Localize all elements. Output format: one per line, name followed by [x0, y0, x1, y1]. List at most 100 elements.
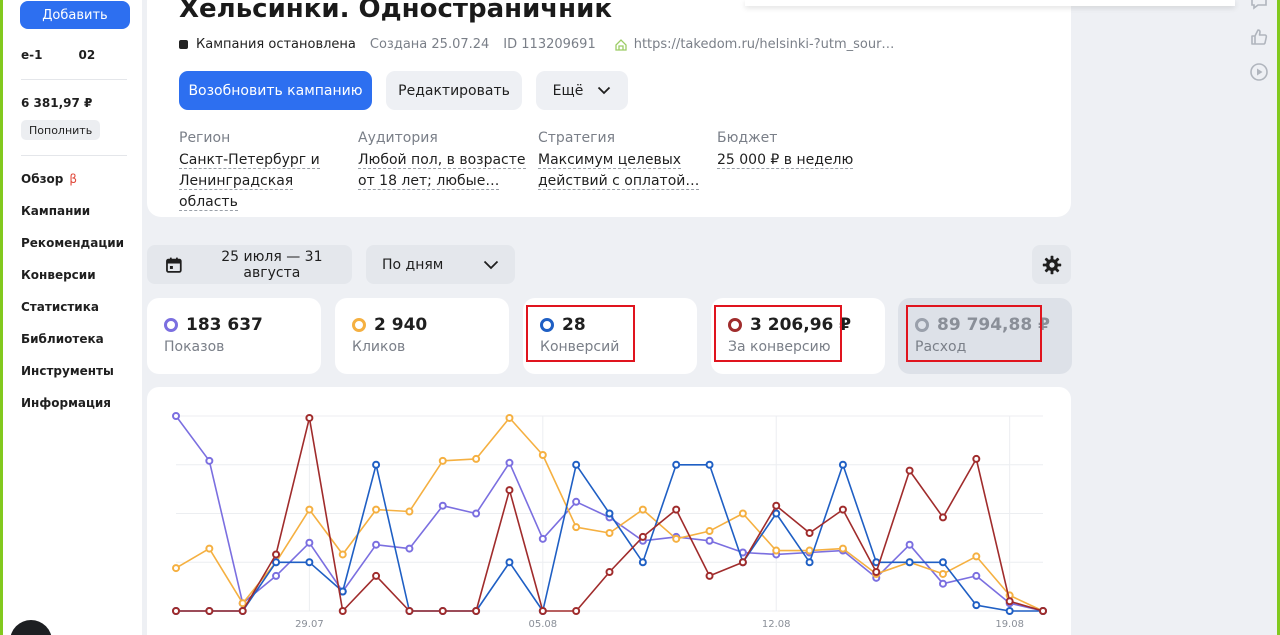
- data-point: [372, 505, 381, 514]
- more-label: Ещё: [552, 82, 584, 99]
- chart-settings-button[interactable]: [1032, 245, 1071, 284]
- data-point: [805, 529, 814, 537]
- sidebar: Добавить e-1 02 6 381,97 ₽ Пополнить Обз…: [3, 0, 142, 635]
- metric-value: 183 637: [186, 315, 263, 335]
- series-marker-icon: [352, 318, 366, 332]
- data-point: [638, 505, 647, 514]
- data-point: [372, 571, 381, 580]
- nav-conversions[interactable]: Конверсии: [21, 268, 96, 282]
- data-point: [505, 413, 514, 422]
- nav-library[interactable]: Библиотека: [21, 332, 104, 346]
- data-point: [305, 413, 314, 422]
- data-point: [738, 509, 747, 518]
- thumbs-up-icon[interactable]: [1249, 27, 1269, 47]
- grouping-select[interactable]: По дням: [366, 245, 515, 284]
- more-button[interactable]: Ещё: [536, 71, 628, 110]
- data-point: [505, 558, 514, 567]
- data-point: [305, 558, 314, 567]
- data-point: [572, 497, 581, 506]
- data-point: [272, 558, 281, 567]
- nav-campaigns[interactable]: Кампании: [21, 204, 90, 218]
- divider: [21, 155, 127, 156]
- nav-info[interactable]: Информация: [21, 396, 111, 410]
- series-marker-icon: [164, 318, 178, 332]
- data-point: [338, 587, 347, 596]
- series-line: [176, 464, 1043, 612]
- param-label: Регион: [179, 130, 231, 146]
- data-point: [972, 552, 981, 561]
- campaign-url[interactable]: https://takedom.ru/helsinki-?utm_sour…: [634, 37, 895, 52]
- play-icon[interactable]: [1249, 62, 1269, 82]
- nav-tools[interactable]: Инструменты: [21, 364, 114, 378]
- data-point: [472, 509, 481, 518]
- top-overlay-panel: [745, 0, 1235, 6]
- data-point: [205, 544, 214, 553]
- x-tick-label: 19.08: [995, 619, 1024, 630]
- data-point: [705, 536, 714, 545]
- comment-icon[interactable]: [1249, 0, 1269, 12]
- data-point: [672, 460, 681, 469]
- data-point: [605, 529, 614, 537]
- metric-label: Кликов: [352, 339, 406, 355]
- add-button[interactable]: Добавить: [20, 1, 130, 29]
- data-point: [238, 607, 247, 615]
- data-point: [772, 509, 781, 518]
- param-label: Бюджет: [717, 130, 778, 146]
- data-point: [905, 540, 914, 549]
- data-point: [1039, 607, 1047, 615]
- edit-button[interactable]: Редактировать: [386, 71, 522, 110]
- calendar-icon: [166, 257, 182, 273]
- nav-overview[interactable]: Обзор β: [21, 172, 77, 186]
- highlight-box: [714, 305, 842, 362]
- param-value: Максимум целевых действий с оплатой…: [538, 152, 700, 190]
- date-range-picker[interactable]: 25 июля — 31 августа: [147, 245, 352, 284]
- param-budget[interactable]: Бюджет 25 000 ₽ в неделю: [717, 130, 887, 171]
- param-strategy[interactable]: Стратегия Максимум целевых действий с опл…: [538, 130, 708, 192]
- data-point: [938, 558, 947, 567]
- x-tick-label: 05.08: [528, 619, 557, 630]
- data-point: [305, 505, 314, 514]
- data-point: [938, 569, 947, 578]
- metric-clicks[interactable]: 2 940 Кликов: [335, 298, 509, 374]
- account-selector[interactable]: e-1 02: [21, 48, 95, 62]
- data-point: [1005, 607, 1014, 615]
- metric-value-row: 183 637: [164, 315, 263, 335]
- data-point: [972, 454, 981, 463]
- created-date: Создана 25.07.24: [369, 37, 490, 52]
- chevron-down-icon: [483, 260, 499, 269]
- data-point: [438, 607, 447, 615]
- data-point: [205, 456, 214, 465]
- data-point: [472, 454, 481, 463]
- data-point: [938, 579, 947, 588]
- data-point: [538, 451, 547, 459]
- data-point: [705, 527, 714, 536]
- data-point: [972, 601, 981, 610]
- param-region[interactable]: Регион Санкт-Петербург и Ленинградская об…: [179, 130, 349, 213]
- home-icon: [615, 38, 627, 51]
- data-point: [572, 460, 581, 469]
- nav-label: Обзор: [21, 172, 64, 186]
- metric-impressions[interactable]: 183 637 Показов: [147, 298, 321, 374]
- nav-statistics[interactable]: Статистика: [21, 300, 99, 314]
- account-login: e-1: [21, 48, 43, 62]
- account-suffix: 02: [78, 48, 96, 62]
- data-point: [172, 607, 180, 615]
- data-point: [438, 501, 447, 510]
- campaign-status: Кампания остановлена: [196, 37, 356, 52]
- data-point: [172, 412, 180, 420]
- data-point: [338, 607, 347, 615]
- campaign-title: Хельсинки. Одностраничник: [179, 0, 612, 24]
- topup-button[interactable]: Пополнить: [21, 120, 101, 140]
- nav-recommendations[interactable]: Рекомендации: [21, 236, 124, 250]
- data-point: [472, 607, 481, 615]
- resume-campaign-button[interactable]: Возобновить кампанию: [179, 71, 372, 110]
- data-point: [272, 571, 281, 580]
- data-point: [605, 509, 614, 518]
- data-point: [805, 558, 814, 567]
- param-audience[interactable]: Аудитория Любой пол, в возрасте от 18 лет…: [358, 130, 528, 192]
- data-point: [838, 505, 847, 514]
- data-point: [638, 558, 647, 567]
- data-point: [405, 544, 414, 553]
- date-range-label: 25 июля — 31 августа: [221, 248, 323, 281]
- highlight-box: [526, 305, 635, 362]
